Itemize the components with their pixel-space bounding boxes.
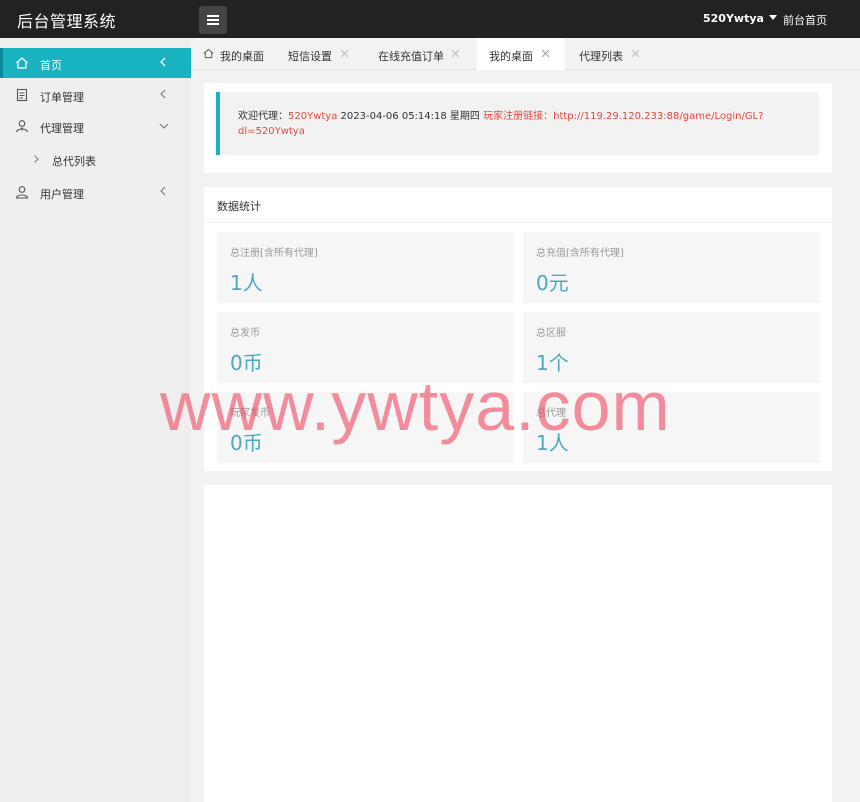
chevron-right-icon	[34, 155, 39, 163]
stat-total-agents: 总代理 1人	[523, 392, 820, 463]
caret-down-icon	[768, 15, 777, 20]
sidebar-item-label: 首页	[40, 59, 62, 72]
welcome-datetime: 2023-04-06 05:14:18 星期四	[340, 111, 480, 122]
register-link[interactable]: 玩家注册链接：http://119.29.120.233:88/game/Log…	[483, 111, 763, 122]
tab-sms-settings[interactable]: 短信设置	[288, 38, 358, 70]
tab-bar: 我的桌面 短信设置 在线充值订单 我的桌面 代理列表	[191, 38, 860, 70]
divider	[204, 222, 832, 223]
sidebar-item-label: 代理管理	[40, 122, 84, 135]
app-logo: 后台管理系统	[17, 12, 117, 31]
close-icon[interactable]	[340, 49, 349, 58]
tab-label: 代理列表	[579, 50, 623, 63]
home-icon	[203, 48, 214, 59]
stat-value: 0币	[230, 431, 263, 455]
sidebar: 首页 订单管理 代理管理 总代列表 用户管理	[0, 38, 191, 802]
close-icon[interactable]	[631, 49, 640, 58]
stat-label: 总充值[含所有代理]	[536, 248, 624, 259]
front-home-link[interactable]: 前台首页	[783, 12, 827, 28]
stat-player-coins: 玩家发币 0币	[217, 392, 514, 463]
stat-value: 0元	[536, 271, 569, 295]
user-menu[interactable]: 520Ywtya	[703, 12, 777, 25]
close-icon[interactable]	[541, 49, 550, 58]
hamburger-icon	[207, 15, 219, 17]
tab-agent-list[interactable]: 代理列表	[579, 38, 649, 70]
tab-my-desktop[interactable]: 我的桌面	[477, 38, 565, 70]
tab-online-recharge[interactable]: 在线充值订单	[378, 38, 468, 70]
tab-label: 我的桌面	[489, 50, 533, 63]
tab-label: 在线充值订单	[378, 50, 444, 63]
welcome-prefix: 欢迎代理：	[238, 111, 288, 122]
username: 520Ywtya	[703, 12, 764, 25]
sidebar-item-label: 订单管理	[40, 91, 84, 104]
chevron-left-icon	[160, 89, 166, 99]
order-icon	[16, 88, 28, 102]
stat-total-recharge: 总充值[含所有代理] 0元	[523, 232, 820, 303]
sidebar-item-home[interactable]: 首页	[0, 48, 191, 78]
sidebar-item-label: 总代列表	[52, 155, 96, 168]
chart-panel	[204, 485, 832, 802]
sidebar-item-agents[interactable]: 代理管理	[0, 111, 191, 141]
register-link-cont[interactable]: dl=520Ywtya	[238, 126, 305, 137]
chevron-down-icon	[159, 123, 169, 129]
stat-label: 总代理	[536, 408, 566, 419]
chevron-left-icon	[160, 57, 166, 67]
stat-value: 1人	[536, 431, 569, 455]
sidebar-item-orders[interactable]: 订单管理	[0, 80, 191, 110]
stat-value: 1个	[536, 351, 569, 375]
stats-title: 数据统计	[217, 200, 261, 213]
welcome-banner: 欢迎代理：520Ywtya 2023-04-06 05:14:18 星期四 玩家…	[216, 92, 819, 155]
home-icon	[16, 57, 28, 69]
stat-label: 总注册[含所有代理]	[230, 248, 318, 259]
stat-total-coins: 总发币 0币	[217, 312, 514, 383]
user-icon	[15, 186, 29, 199]
top-header: 后台管理系统 520Ywtya 前台首页	[0, 0, 860, 38]
menu-toggle-button[interactable]	[199, 6, 227, 34]
stat-value: 1人	[230, 271, 263, 295]
agent-icon	[15, 120, 29, 133]
tab-label: 短信设置	[288, 50, 332, 63]
stat-total-register: 总注册[含所有代理] 1人	[217, 232, 514, 303]
sidebar-item-users[interactable]: 用户管理	[0, 177, 191, 207]
close-icon[interactable]	[451, 49, 460, 58]
stat-label: 总区服	[536, 328, 566, 339]
stat-label: 玩家发币	[230, 408, 270, 419]
stat-label: 总发币	[230, 328, 260, 339]
stat-value: 0币	[230, 351, 263, 375]
sidebar-item-top-agents[interactable]: 总代列表	[0, 144, 191, 174]
tab-label: 我的桌面	[220, 50, 264, 63]
sidebar-item-label: 用户管理	[40, 188, 84, 201]
chevron-left-icon	[160, 186, 166, 196]
agent-name: 520Ywtya	[288, 111, 338, 122]
tab-desktop-home[interactable]: 我的桌面	[203, 38, 273, 70]
stat-total-servers: 总区服 1个	[523, 312, 820, 383]
